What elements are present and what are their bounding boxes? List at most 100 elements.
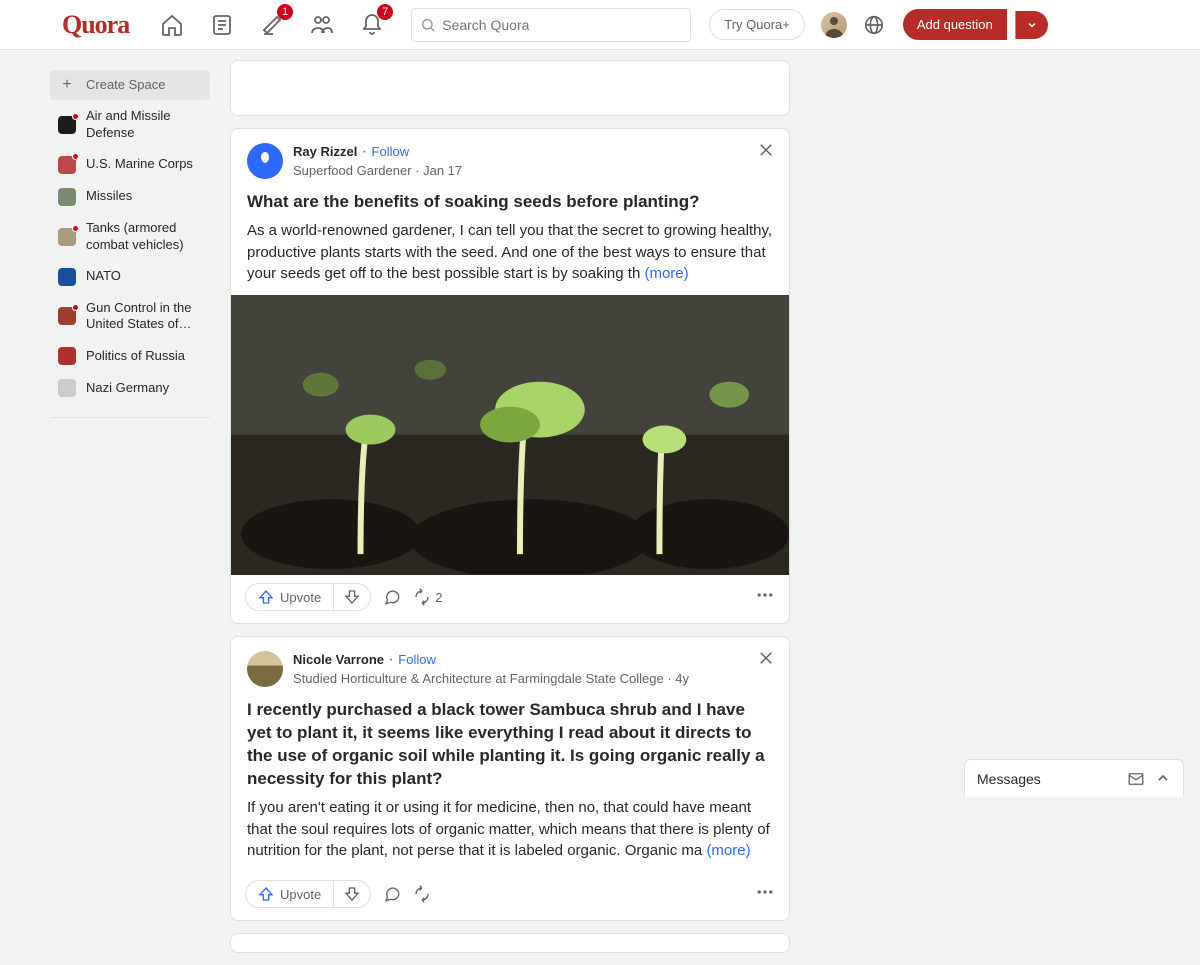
sidebar-item[interactable]: Nazi Germany: [50, 373, 210, 403]
post-body: As a world-renowned gardener, I can tell…: [247, 220, 773, 285]
try-quora-plus-button[interactable]: Try Quora+: [709, 9, 805, 40]
comment-icon: [383, 885, 401, 903]
sidebar-item-label: Gun Control in the United States of…: [86, 300, 202, 334]
unread-dot: [72, 153, 79, 160]
comment-icon: [383, 588, 401, 606]
sidebar-item[interactable]: Air and Missile Defense: [50, 102, 210, 148]
chevron-up-icon[interactable]: [1155, 770, 1171, 786]
close-icon[interactable]: [757, 649, 775, 672]
sidebar-item[interactable]: Politics of Russia: [50, 341, 210, 371]
upvote-button[interactable]: Upvote: [246, 584, 333, 610]
upvote-button[interactable]: Upvote: [246, 881, 333, 907]
create-space-label: Create Space: [86, 77, 166, 94]
sidebar-separator: [50, 417, 210, 418]
sidebar-item[interactable]: Gun Control in the United States of…: [50, 294, 210, 340]
more-button[interactable]: [755, 585, 775, 610]
home-icon[interactable]: [157, 10, 187, 40]
share-button[interactable]: [413, 885, 431, 903]
sidebar-item[interactable]: Missiles: [50, 182, 210, 212]
feed: Ray Rizzel · Follow Superfood Gardener ·…: [230, 60, 790, 965]
logo[interactable]: Quora: [62, 10, 129, 40]
badge: 1: [277, 4, 293, 20]
post-card: Ray Rizzel · Follow Superfood Gardener ·…: [230, 128, 790, 624]
sidebar-item-label: Air and Missile Defense: [86, 108, 202, 142]
more-link[interactable]: (more): [644, 265, 688, 282]
vote-pill: Upvote: [245, 880, 371, 908]
header: Quora 1 7 Try Quora+: [0, 0, 1200, 50]
space-icon: [58, 307, 76, 325]
search-icon: [420, 17, 436, 33]
messages-bar[interactable]: Messages: [964, 759, 1184, 797]
space-icon: [58, 379, 76, 397]
sidebar-item[interactable]: U.S. Marine Corps: [50, 150, 210, 180]
downvote-icon: [344, 589, 360, 605]
sidebar-item-label: Nazi Germany: [86, 380, 169, 397]
spaces-icon[interactable]: [307, 10, 337, 40]
author-avatar[interactable]: [247, 143, 283, 179]
sidebar-item-label: U.S. Marine Corps: [86, 156, 193, 173]
messages-title: Messages: [977, 771, 1041, 787]
author-credential: Studied Horticulture & Architecture at F…: [293, 671, 689, 686]
plus-icon: +: [58, 76, 76, 94]
unread-dot: [72, 113, 79, 120]
post-image[interactable]: [231, 295, 789, 575]
search-box[interactable]: [411, 8, 691, 42]
avatar[interactable]: [821, 12, 847, 38]
share-count: 2: [435, 590, 442, 605]
post-body: If you aren't eating it or using it for …: [247, 797, 773, 862]
space-icon: [58, 268, 76, 286]
upvote-icon: [258, 886, 274, 902]
downvote-button[interactable]: [333, 881, 370, 907]
add-question-dropdown[interactable]: [1015, 11, 1048, 39]
more-icon: [755, 585, 775, 605]
following-icon[interactable]: [207, 10, 237, 40]
upvote-label: Upvote: [280, 887, 321, 902]
unread-dot: [72, 304, 79, 311]
space-icon: [58, 228, 76, 246]
post-card-prev: [230, 60, 790, 116]
sidebar-item[interactable]: Tanks (armored combat vehicles): [50, 214, 210, 260]
sidebar-item-label: NATO: [86, 268, 121, 285]
language-icon[interactable]: [863, 14, 885, 36]
upvote-icon: [258, 589, 274, 605]
comment-button[interactable]: [383, 588, 401, 606]
sidebar-item-label: Politics of Russia: [86, 348, 185, 365]
follow-link[interactable]: Follow: [372, 144, 410, 159]
follow-link[interactable]: Follow: [398, 652, 436, 667]
more-button[interactable]: [755, 882, 775, 907]
vote-pill: Upvote: [245, 583, 371, 611]
space-icon: [58, 188, 76, 206]
notifications-icon[interactable]: 7: [357, 10, 387, 40]
new-message-icon[interactable]: [1127, 770, 1145, 788]
more-icon: [755, 882, 775, 902]
answer-icon[interactable]: 1: [257, 10, 287, 40]
more-link[interactable]: (more): [706, 842, 750, 859]
badge: 7: [377, 4, 393, 20]
right-column: [810, 60, 1110, 965]
post-card-next: [230, 933, 790, 953]
post-card: Nicole Varrone · Follow Studied Horticul…: [230, 636, 790, 921]
create-space-button[interactable]: + Create Space: [50, 70, 210, 100]
downvote-icon: [344, 886, 360, 902]
add-question-button[interactable]: Add question: [903, 9, 1007, 40]
author-credential: Superfood Gardener · Jan 17: [293, 163, 462, 178]
author-avatar[interactable]: [247, 651, 283, 687]
sidebar-item-label: Missiles: [86, 188, 132, 205]
share-icon: [413, 588, 431, 606]
downvote-button[interactable]: [333, 584, 370, 610]
sidebar-item[interactable]: NATO: [50, 262, 210, 292]
post-title[interactable]: I recently purchased a black tower Sambu…: [247, 699, 773, 791]
comment-button[interactable]: [383, 885, 401, 903]
sidebar: + Create Space Air and Missile Defense U.…: [50, 60, 210, 965]
author-name[interactable]: Ray Rizzel: [293, 144, 357, 159]
close-icon[interactable]: [757, 141, 775, 164]
space-icon: [58, 347, 76, 365]
share-icon: [413, 885, 431, 903]
upvote-label: Upvote: [280, 590, 321, 605]
unread-dot: [72, 225, 79, 232]
author-name[interactable]: Nicole Varrone: [293, 652, 384, 667]
share-button[interactable]: 2: [413, 588, 442, 606]
sidebar-item-label: Tanks (armored combat vehicles): [86, 220, 202, 254]
post-title[interactable]: What are the benefits of soaking seeds b…: [247, 191, 773, 214]
search-input[interactable]: [442, 17, 682, 33]
